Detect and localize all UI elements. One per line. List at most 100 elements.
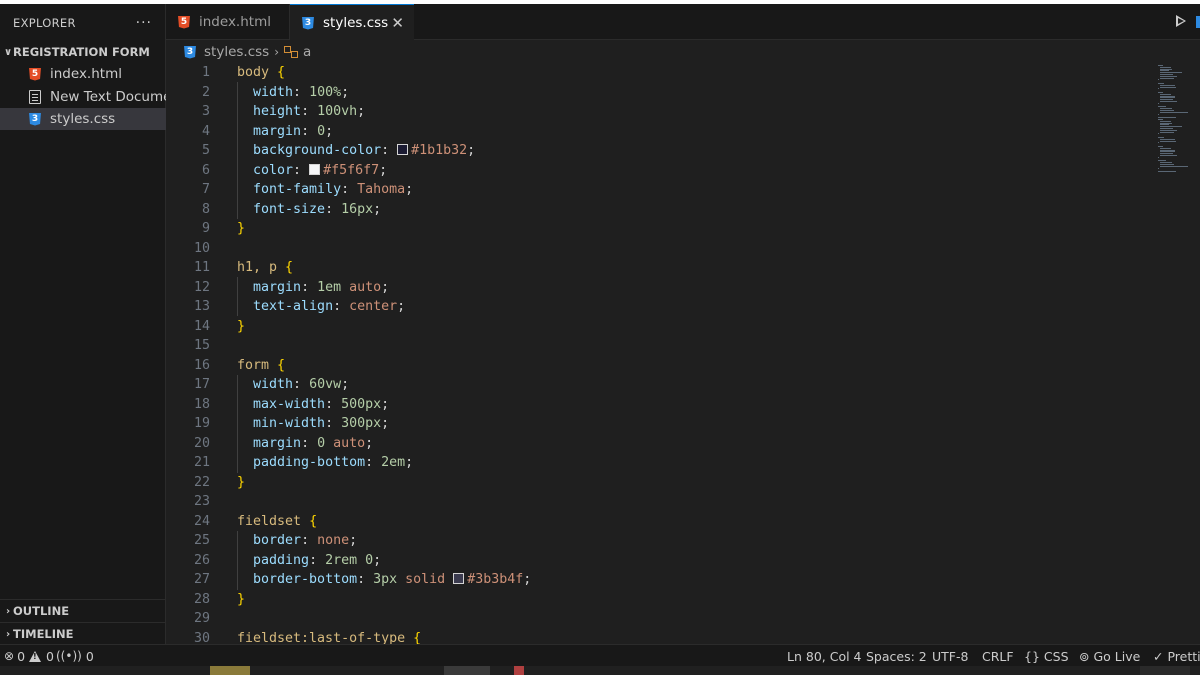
code-text: margin: 0 auto;	[253, 435, 374, 451]
ports-count: 0	[85, 648, 94, 664]
minimap-line	[1158, 142, 1159, 144]
problems-indicator[interactable]: ⊗ 0 0	[4, 645, 54, 667]
language-mode[interactable]: {} CSS	[1024, 645, 1069, 667]
minimap-line	[1159, 140, 1177, 142]
code-line[interactable]: 16 form {	[166, 356, 1156, 376]
run-icon[interactable]	[1176, 15, 1186, 27]
code-line[interactable]: 11 h1, p {	[166, 258, 1156, 278]
line-number: 13	[193, 299, 210, 314]
code-line[interactable]: 9}	[166, 219, 1156, 239]
code-text: width: 100%;	[253, 84, 350, 100]
breadcrumb-symbol[interactable]: a	[303, 44, 311, 60]
code-line[interactable]: 18 max-width: 500px;	[166, 395, 1156, 415]
code-line[interactable]: 13 text-align: center;	[166, 297, 1156, 317]
code-line[interactable]: 14}	[166, 317, 1156, 337]
code-line[interactable]: 10	[166, 239, 1156, 259]
code-line[interactable]: 28}	[166, 590, 1156, 610]
code-text: font-size: 16px;	[253, 201, 382, 217]
code-line[interactable]: 8 font-size: 16px;	[166, 200, 1156, 220]
encoding[interactable]: UTF-8	[932, 645, 968, 667]
code-line[interactable]: 27 border-bottom: 3px solid #3b3b4f;	[166, 570, 1156, 590]
color-swatch[interactable]	[397, 144, 409, 155]
minimap-line	[1159, 131, 1174, 133]
timeline-section[interactable]: › TIMELINE	[0, 623, 166, 645]
taskbar-app-icon[interactable]	[514, 666, 524, 675]
code-text: border-bottom: 3px solid #3b3b4f;	[253, 572, 532, 587]
file-label: index.html	[50, 66, 122, 82]
line-number: 11	[193, 260, 210, 275]
explorer-sidebar: EXPLORER ··· ∨ REGISTRATION FORM 5 index…	[0, 4, 166, 644]
folder-registration-form[interactable]: ∨ REGISTRATION FORM	[0, 41, 166, 63]
end-of-line[interactable]: CRLF	[982, 645, 1014, 667]
os-taskbar	[0, 666, 1200, 675]
tab-index-html[interactable]: 5 index.html	[166, 4, 290, 40]
code-line[interactable]: 2 width: 100%;	[166, 83, 1156, 103]
minimap-line	[1158, 133, 1159, 135]
sidebar-file-styles-css[interactable]: 3 styles.css	[0, 108, 166, 130]
minimap[interactable]	[1158, 65, 1188, 175]
code-line[interactable]: 20 margin: 0 auto;	[166, 434, 1156, 454]
split-editor-icon[interactable]	[1196, 16, 1200, 28]
code-line[interactable]: 19 min-width: 300px;	[166, 414, 1156, 434]
line-number: 29	[193, 611, 210, 626]
chevron-right-icon: ›	[274, 45, 279, 59]
line-number: 30	[193, 630, 210, 645]
code-text: background-color: #1b1b32;	[253, 143, 476, 158]
outline-label: OUTLINE	[13, 604, 70, 618]
code-line[interactable]: 4 margin: 0;	[166, 122, 1156, 142]
code-line[interactable]: 25 border: none;	[166, 531, 1156, 551]
code-line[interactable]: 26 padding: 2rem 0;	[166, 551, 1156, 571]
code-line[interactable]: 12 margin: 1em auto;	[166, 278, 1156, 298]
code-line[interactable]: 23	[166, 492, 1156, 512]
minimap-line	[1158, 171, 1177, 173]
code-line[interactable]: 17 width: 60vw;	[166, 375, 1156, 395]
color-swatch[interactable]	[309, 163, 321, 175]
ports-indicator[interactable]: ((•)) 0	[56, 645, 94, 667]
go-live-label: Go Live	[1093, 648, 1141, 664]
code-line[interactable]: 30 fieldset:last-of-type {	[166, 629, 1156, 645]
code-line[interactable]: 3 height: 100vh;	[166, 102, 1156, 122]
code-text: h1, p {	[237, 260, 294, 275]
color-swatch[interactable]	[453, 573, 465, 584]
more-actions-icon[interactable]: ···	[136, 15, 152, 31]
minimap-line	[1158, 156, 1159, 158]
tab-styles-css[interactable]: 3 styles.css ✕	[290, 4, 414, 41]
code-text: }	[237, 221, 246, 236]
code-line[interactable]: 29	[166, 609, 1156, 629]
cursor-position[interactable]: Ln 80, Col 4	[787, 645, 862, 667]
code-editor[interactable]: 1 body {2 width: 100%; 3 height: 100vh; 4 m…	[166, 63, 1200, 644]
line-number: 22	[193, 474, 210, 490]
breadcrumb-file[interactable]: styles.css	[204, 44, 269, 60]
prettier-status[interactable]: ✓ Prettier	[1153, 645, 1200, 667]
taskbar-app-thumbnail[interactable]	[444, 666, 490, 675]
html-file-icon: 5	[28, 67, 42, 81]
outline-section[interactable]: › OUTLINE	[0, 600, 166, 622]
code-line[interactable]: 22}	[166, 473, 1156, 493]
code-text: padding: 2rem 0;	[253, 552, 382, 568]
go-live-button[interactable]: ⊚ Go Live	[1079, 645, 1140, 667]
indentation[interactable]: Spaces: 2	[866, 645, 927, 667]
line-number: 3	[201, 104, 210, 119]
taskbar-app-thumbnail[interactable]	[210, 666, 250, 675]
line-number: 10	[193, 240, 210, 256]
code-line[interactable]: 1 body {	[166, 63, 1156, 83]
close-icon[interactable]: ✕	[391, 14, 404, 32]
minimap-line	[1158, 79, 1159, 81]
code-line[interactable]: 15	[166, 336, 1156, 356]
sidebar-file-new-text-document[interactable]: New Text Document.txt	[0, 86, 166, 108]
code-line[interactable]: 5 background-color: #1b1b32;	[166, 141, 1156, 161]
code-text: height: 100vh;	[253, 104, 366, 119]
warning-icon	[29, 650, 42, 662]
explorer-title: EXPLORER	[13, 16, 76, 30]
error-count: 0	[17, 648, 26, 664]
code-line[interactable]: 21 padding-bottom: 2em;	[166, 453, 1156, 473]
file-label: New Text Document.txt	[50, 89, 166, 105]
code-line[interactable]: 24 fieldset {	[166, 512, 1156, 532]
line-number: 23	[193, 494, 210, 509]
code-line[interactable]: 6 color: #f5f6f7;	[166, 161, 1156, 181]
line-number: 17	[193, 377, 210, 392]
line-number: 8	[201, 201, 210, 217]
sidebar-file-index-html[interactable]: 5 index.html	[0, 63, 166, 85]
code-line[interactable]: 7 font-family: Tahoma;	[166, 180, 1156, 200]
code-text: color: #f5f6f7;	[253, 162, 388, 178]
